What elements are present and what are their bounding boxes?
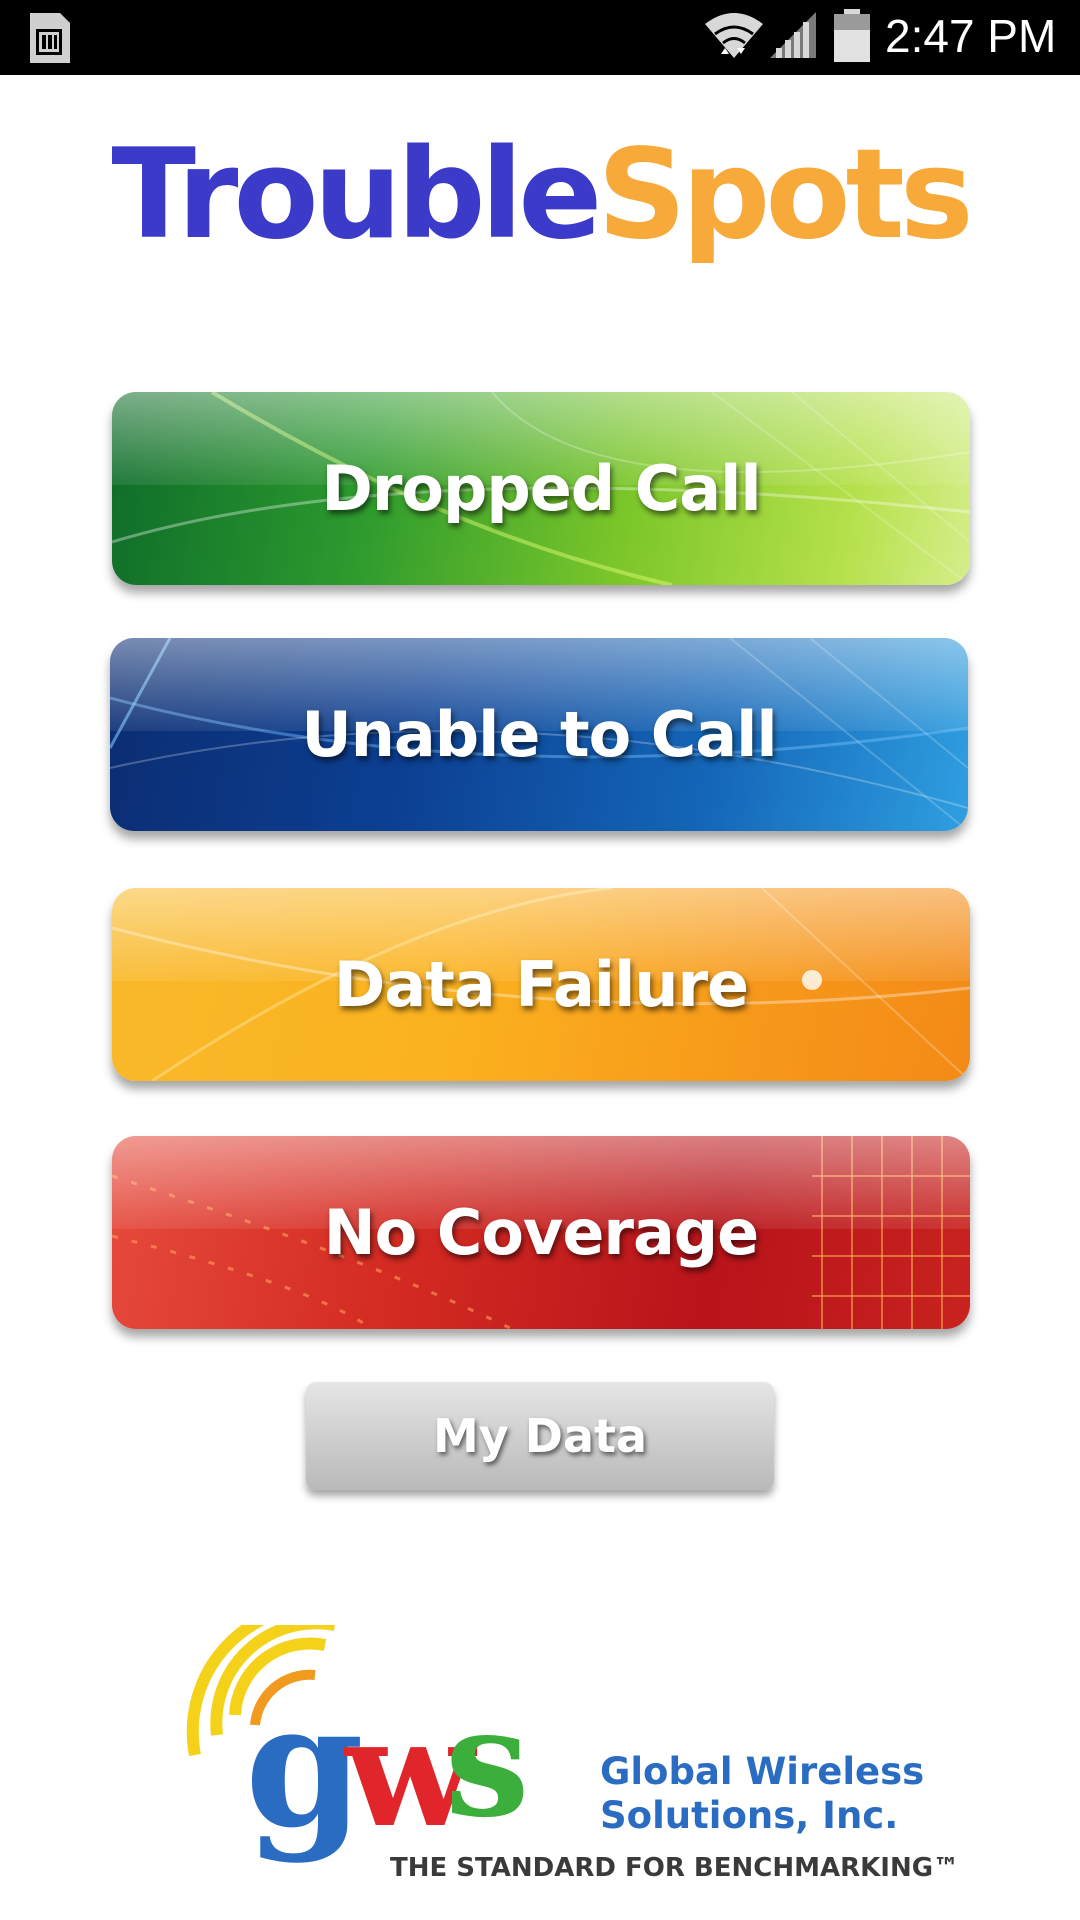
app-title-spots: Spots <box>597 123 973 267</box>
battery-icon <box>834 9 870 62</box>
unable-to-call-button[interactable]: Unable to Call <box>110 638 968 831</box>
unable-to-call-label: Unable to Call <box>301 698 777 771</box>
app-logo: TroubleSpots <box>45 95 1035 295</box>
data-failure-label: Data Failure <box>333 948 749 1021</box>
status-bar: 2:47 PM <box>0 0 1080 75</box>
company-name-line2: Solutions, Inc. <box>600 1794 899 1837</box>
no-coverage-button[interactable]: No Coverage <box>112 1136 970 1329</box>
my-data-label: My Data <box>432 1409 648 1463</box>
svg-text:s: s <box>445 1675 529 1851</box>
dropped-call-label: Dropped Call <box>321 452 761 525</box>
dropped-call-button[interactable]: Dropped Call <box>112 392 970 585</box>
company-logo: g w s Global Wireless Solutions, Inc. TH… <box>175 1625 959 1905</box>
app-title-trouble: Trouble <box>111 123 602 267</box>
signal-icon <box>770 12 816 58</box>
company-tagline: THE STANDARD FOR BENCHMARKING™ <box>390 1853 960 1883</box>
company-name-line1: Global Wireless <box>600 1750 925 1793</box>
data-failure-button[interactable]: Data Failure <box>112 888 970 1081</box>
no-coverage-label: No Coverage <box>323 1196 759 1269</box>
sim-card-icon <box>30 13 70 63</box>
status-time: 2:47 PM <box>885 10 1057 62</box>
company-name: Global Wireless Solutions, Inc. <box>600 1750 930 1838</box>
wifi-icon <box>705 13 763 58</box>
my-data-button[interactable]: My Data <box>306 1382 774 1490</box>
